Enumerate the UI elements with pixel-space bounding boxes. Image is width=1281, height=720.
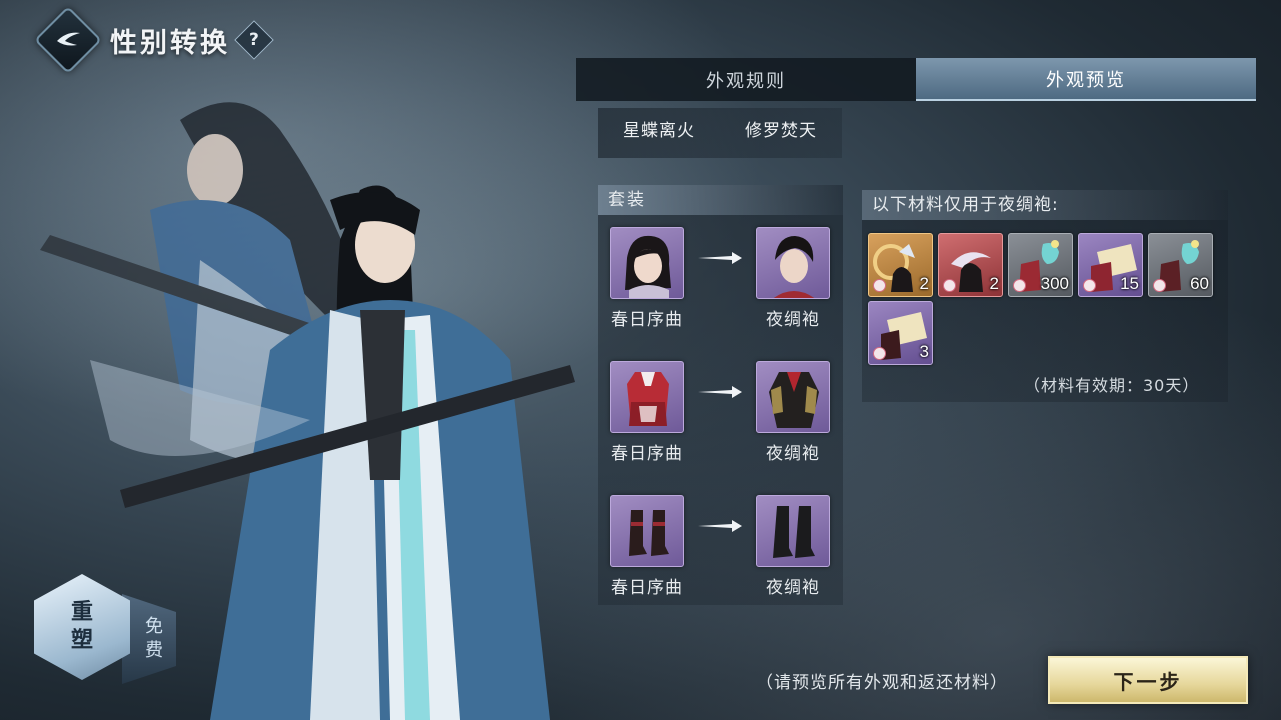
timer-icon xyxy=(873,279,886,292)
outfit-swap-row: 春日序曲 夜绸袍 xyxy=(598,349,843,483)
timer-icon xyxy=(873,347,886,360)
outfit-to-label: 夜绸袍 xyxy=(766,578,820,598)
outfit-to-label: 夜绸袍 xyxy=(766,444,820,464)
header: 性别转换 ? xyxy=(34,6,274,74)
weapon-name: 星蝶离火 xyxy=(623,121,695,141)
tab-appearance-preview[interactable]: 外观预览 xyxy=(916,58,1256,101)
back-button[interactable] xyxy=(34,6,102,74)
rebuild-badge[interactable]: 免 费 重 塑 xyxy=(34,574,176,704)
outfit-from-label: 春日序曲 xyxy=(611,578,683,598)
arrow-right-icon xyxy=(698,386,742,398)
material-item[interactable]: 2 xyxy=(938,233,1003,297)
boots-icon xyxy=(629,510,669,556)
boots-icon xyxy=(773,506,815,558)
hairstyle-icon xyxy=(773,236,815,298)
outfit-slot-from[interactable] xyxy=(610,227,684,299)
outfit-swap-row: 春日序曲 夜绸袍 xyxy=(598,215,843,349)
rebuild-text: 重 xyxy=(70,600,93,625)
outfit-slot-to[interactable] xyxy=(756,227,830,299)
outfit-slot-from[interactable] xyxy=(610,361,684,433)
materials-heading: 以下材料仅用于夜绸袍: xyxy=(862,190,1228,220)
help-icon[interactable]: ? xyxy=(234,20,274,60)
clothes-icon xyxy=(627,372,669,426)
timer-icon xyxy=(1153,279,1166,292)
material-item[interactable]: 60 xyxy=(1148,233,1213,297)
outfit-swap-row: 春日序曲 夜绸袍 xyxy=(598,483,843,617)
material-count: 300 xyxy=(1040,274,1069,293)
preview-hint: （请预览所有外观和返还材料） xyxy=(756,673,1008,693)
outfit-to-label: 夜绸袍 xyxy=(766,310,820,330)
hairstyle-icon xyxy=(625,235,671,298)
arrow-right-icon xyxy=(698,252,742,264)
rebuild-text: 塑 xyxy=(70,628,93,653)
free-tag-text: 免 xyxy=(145,616,163,637)
materials-panel: 以下材料仅用于夜绸袍: 2 2 300 15 60 3 xyxy=(862,190,1228,402)
outfit-from-label: 春日序曲 xyxy=(611,444,683,464)
timer-icon xyxy=(1013,279,1026,292)
material-item[interactable]: 3 xyxy=(868,301,933,365)
material-count: 2 xyxy=(919,274,929,293)
free-tag-text: 费 xyxy=(145,640,163,661)
clothes-icon xyxy=(769,372,819,428)
material-count: 60 xyxy=(1190,274,1209,293)
material-item[interactable]: 15 xyxy=(1078,233,1143,297)
back-arrow-icon xyxy=(57,32,80,46)
outfit-from-label: 春日序曲 xyxy=(611,310,683,330)
outfit-slot-from[interactable] xyxy=(610,495,684,567)
rebuild-button[interactable]: 重 塑 xyxy=(34,574,130,680)
free-tag: 免 费 xyxy=(122,594,176,684)
next-step-button[interactable]: 下一步 xyxy=(1048,656,1248,704)
outfit-heading: 套装 xyxy=(598,185,843,215)
help-icon-glyph: ? xyxy=(249,30,259,50)
timer-icon xyxy=(1083,279,1096,292)
material-item[interactable]: 300 xyxy=(1008,233,1073,297)
material-count: 15 xyxy=(1120,274,1139,293)
tab-appearance-rules[interactable]: 外观规则 xyxy=(576,58,916,101)
outfit-slot-to[interactable] xyxy=(756,495,830,567)
material-count: 2 xyxy=(989,274,999,293)
tab-bar: 外观规则 外观预览 xyxy=(576,58,1256,101)
outfit-slot-to[interactable] xyxy=(756,361,830,433)
weapon-name: 修罗焚天 xyxy=(745,121,817,141)
weapon-row: 星蝶离火 修罗焚天 xyxy=(598,108,842,158)
page-title: 性别转换 xyxy=(110,27,230,59)
outfit-panel: 套装 春日序曲 夜绸袍 春日序曲 夜绸袍 春日序曲 夜绸袍 xyxy=(598,185,843,605)
material-item[interactable]: 2 xyxy=(868,233,933,297)
material-count: 3 xyxy=(919,342,929,361)
timer-icon xyxy=(943,279,956,292)
materials-validity: （材料有效期：30天） xyxy=(1024,376,1200,395)
arrow-right-icon xyxy=(698,520,742,532)
